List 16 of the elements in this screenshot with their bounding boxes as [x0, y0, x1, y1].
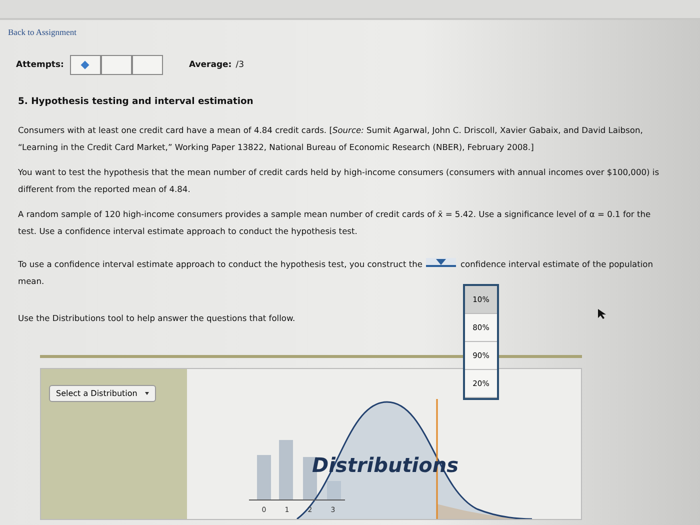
percent-dropdown[interactable] [426, 258, 456, 267]
average-label: Average: [188, 60, 232, 70]
question-paragraph: Consumers with at least one credit card have a mean of 4.84 credit cards. [Source: Sumit Agarwal, John C. Driscoll, Xavier Gabaix, and David Laibson, “Learning in the Credit Card Market,” Working Paper 13822, National Bureau of Economic Research (NBER), February 2008.] [18, 124, 644, 154]
back-link[interactable]: Back to Assignment [8, 27, 76, 37]
question-text: mean. [18, 275, 44, 288]
instruction-text: Use the Distributions tool to help answer the questions that follow. [18, 312, 296, 325]
question-paragraph: A random sample of 120 high-income consumers provides a sample mean number of credit cards of x̄ = 5.42. Use a significance level of α = 0.1 for the test. Use a confidence interval estimate approach to conduct the hypothesis test. [18, 208, 652, 238]
select-distribution-button[interactable]: Select a Distribution [49, 385, 156, 402]
question-text: To use a confidence interval estimate approach to conduct the hypothesis test, you construct the [18, 258, 422, 271]
question-title: 5. Hypothesis testing and interval estimation [18, 95, 254, 109]
question-text: confidence interval estimate of the population [460, 258, 653, 271]
cursor-icon [597, 308, 607, 320]
attempts-label: Attempts: [16, 60, 64, 70]
average-value: /3 [236, 60, 244, 70]
question-paragraph: You want to test the hypothesis that the mean number of credit cards held by high-income consumers (consumers with annual incomes over $100,000) is different from the reported mean of 4.84. [18, 166, 660, 196]
caret-icon [145, 392, 150, 395]
